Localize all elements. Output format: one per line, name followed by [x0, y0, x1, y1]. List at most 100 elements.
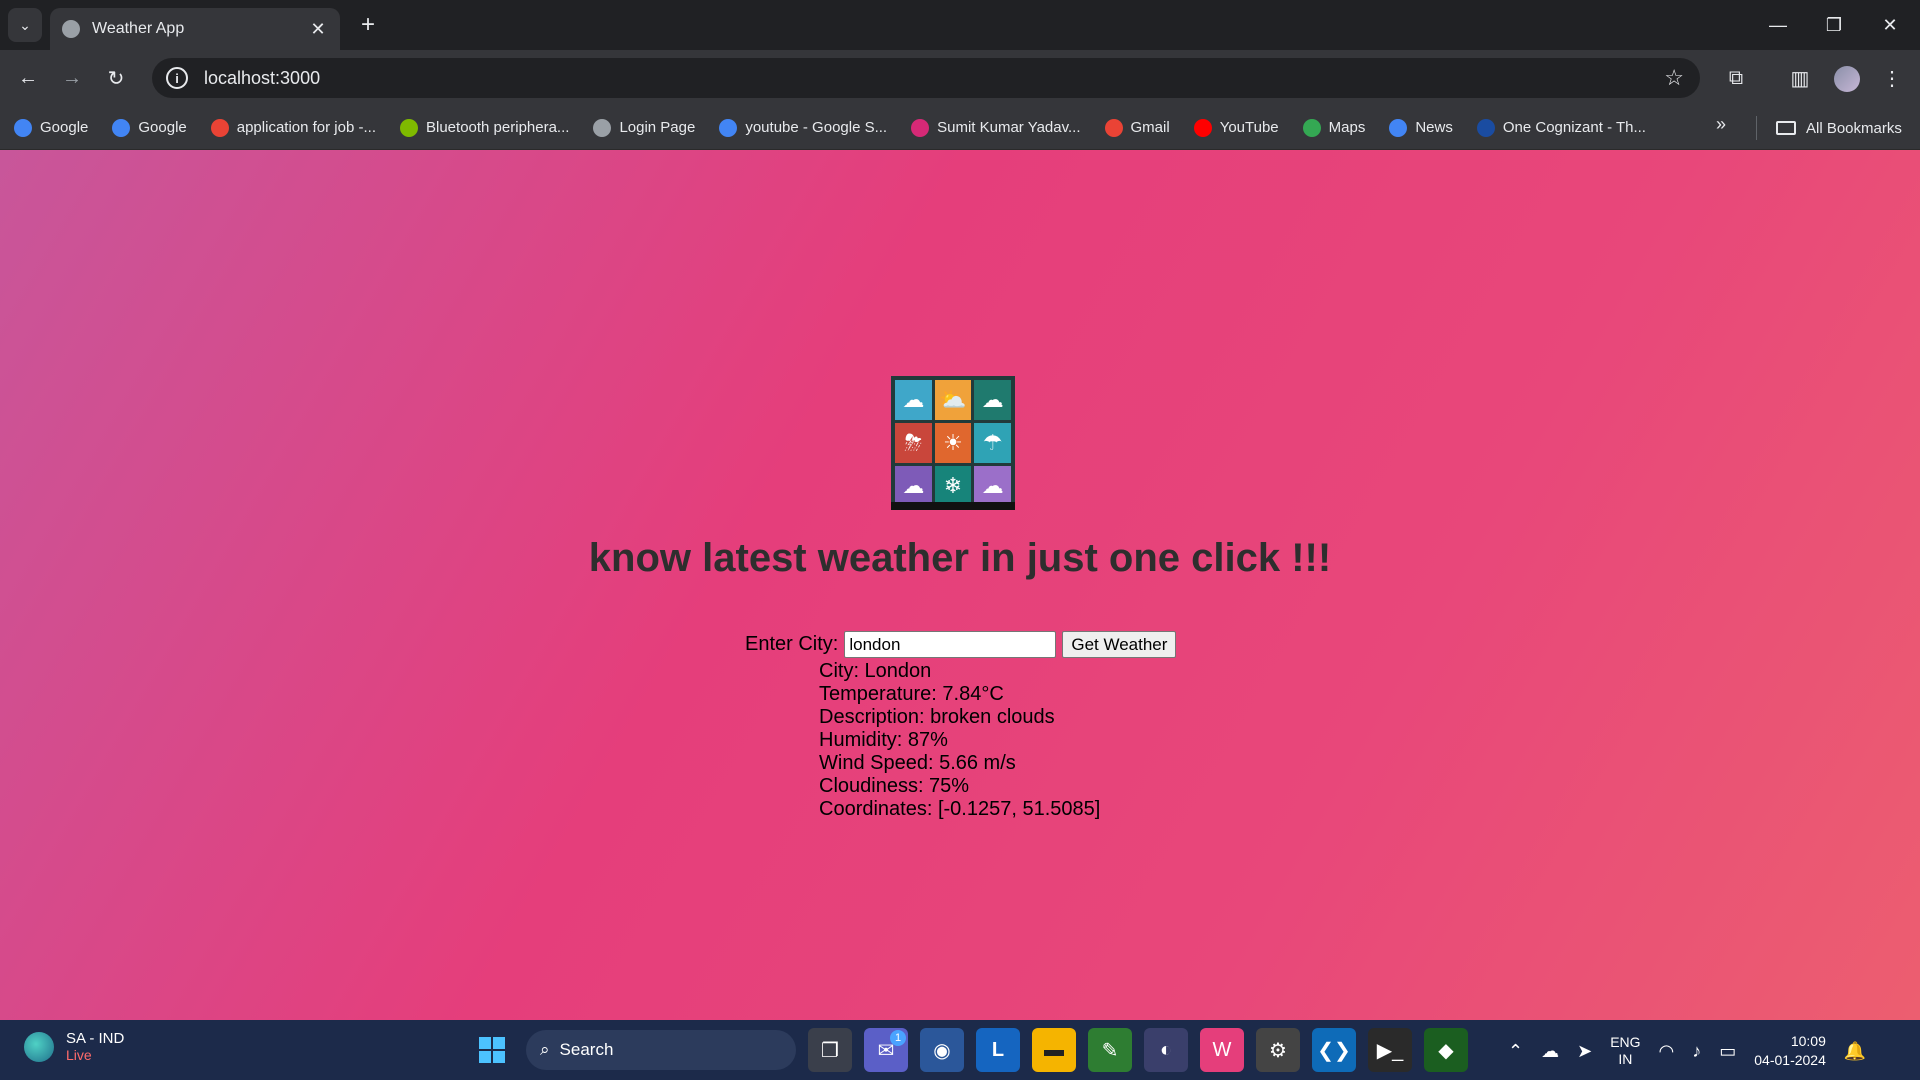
eclipse-icon[interactable]: ◐ [1144, 1028, 1188, 1072]
w-app-icon[interactable]: W [1200, 1028, 1244, 1072]
bookmark-item[interactable]: youtube - Google S... [719, 118, 887, 137]
bookmark-label: Maps [1328, 119, 1366, 136]
bookmark-label: Login Page [619, 119, 696, 136]
cricket-icon [24, 1031, 54, 1062]
notification-bell-icon[interactable]: 🔔 [1844, 1041, 1866, 1062]
taskbar: SA - IND Live ⌕ Search ❐ ✉ 1 ◉ L ▬ ✎ ◐ W … [0, 1020, 1920, 1080]
task-view-icon[interactable]: ❐ [808, 1028, 852, 1072]
menu-icon[interactable]: ⋮ [1876, 62, 1908, 94]
bookmark-item[interactable]: Google [14, 118, 89, 137]
search-label: Search [559, 1040, 614, 1059]
back-button[interactable]: ← [10, 60, 46, 96]
restore-button[interactable]: ❐ [1814, 8, 1854, 42]
search-icon: ⌕ [540, 1040, 550, 1059]
bookmarks-bar: Google Google application for job -... Blue… [0, 106, 1920, 150]
partly-sunny-icon: ⛅ [934, 380, 972, 420]
browser-toolbar: ← → ↻ i localhost:3000 ☆ ⧉ ▥ ⋮ [0, 50, 1920, 106]
clock[interactable]: 10:09 04-01-2024 [1754, 1032, 1826, 1070]
bookmark-item[interactable]: Bluetooth periphera... [400, 118, 570, 137]
close-tab-icon[interactable]: ✕ [308, 19, 328, 40]
url-text: localhost:3000 [204, 67, 321, 88]
weather-logo: ☁ ⛅ ☁ ⛈ ☀ ☂ ☁ ❄ ☁ [891, 376, 1015, 510]
bookmark-label: One Cognizant - Th... [1502, 119, 1646, 136]
bookmark-item[interactable]: News [1389, 118, 1453, 137]
gmail-icon [1104, 118, 1123, 137]
address-bar[interactable]: i localhost:3000 ☆ [152, 58, 1700, 98]
lang-bottom: IN [1618, 1051, 1633, 1067]
snowflake-icon: ❄ [934, 466, 972, 506]
chat-icon[interactable]: ✉ 1 [864, 1028, 908, 1072]
chrome-icon[interactable]: ◉ [920, 1028, 964, 1072]
sleet-cloud-icon: ☁ [974, 466, 1011, 506]
new-tab-button[interactable]: + [353, 10, 383, 40]
instagram-icon [911, 118, 930, 137]
bookmark-item[interactable]: application for job -... [210, 118, 376, 137]
system-tray: ⌃ ☁ ➤ ENG IN ◠ ♪ ▭ 10:09 04-01-2024 🔔 [1508, 1032, 1866, 1070]
file-explorer-icon[interactable]: ▬ [1032, 1028, 1076, 1072]
result-temperature: Temperature: 7.84°C [819, 683, 1004, 705]
bookmark-star-icon[interactable]: ☆ [1664, 65, 1684, 91]
bookmark-label: Bluetooth periphera... [426, 119, 570, 136]
clock-time: 10:09 [1790, 1033, 1826, 1049]
minimize-button[interactable]: — [1758, 8, 1798, 42]
globe-icon [62, 20, 80, 38]
start-button[interactable] [470, 1028, 514, 1072]
l-app-icon[interactable]: L [976, 1028, 1020, 1072]
tab-weather-app[interactable]: Weather App ✕ [50, 8, 340, 50]
logo-caption-bar [891, 502, 1015, 510]
result-wind-speed: Wind Speed: 5.66 m/s [819, 752, 1016, 774]
side-panel-icon[interactable]: ▥ [1784, 62, 1816, 94]
widgets-button[interactable]: SA - IND Live [24, 1030, 124, 1063]
bookmark-item[interactable]: Gmail [1104, 118, 1170, 137]
tab-title: Weather App [92, 20, 185, 37]
all-bookmarks-button[interactable]: All Bookmarks [1776, 106, 1902, 150]
all-bookmarks-label: All Bookmarks [1806, 119, 1902, 137]
site-info-icon[interactable]: i [166, 67, 188, 89]
tab-search-button[interactable]: ⌄ [8, 8, 42, 42]
clock-date: 04-01-2024 [1754, 1052, 1826, 1068]
bookmark-item[interactable]: Login Page [593, 118, 696, 137]
tab-strip: ⌄ Weather App ✕ + — ❐ ✕ [0, 0, 1920, 50]
close-window-button[interactable]: ✕ [1870, 8, 1910, 42]
wifi-icon[interactable]: ◠ [1659, 1041, 1675, 1062]
vscode-icon[interactable]: ❮❯ [1312, 1028, 1356, 1072]
cognizant-icon [1476, 118, 1495, 137]
extensions-icon[interactable]: ⧉ [1720, 62, 1752, 94]
terminal-icon[interactable]: ▶_ [1368, 1028, 1412, 1072]
onedrive-icon[interactable]: ☁ [1541, 1041, 1559, 1062]
settings-icon[interactable]: ⚙ [1256, 1028, 1300, 1072]
bookmark-label: Google [40, 119, 89, 136]
city-input[interactable] [844, 631, 1057, 658]
rain-cloud-icon: ☂ [974, 423, 1011, 463]
google-icon [112, 118, 131, 137]
volume-icon[interactable]: ♪ [1692, 1041, 1701, 1062]
google-icon [14, 118, 32, 137]
bookmark-item[interactable]: Google [112, 118, 187, 137]
bookmark-item[interactable]: Sumit Kumar Yadav... [911, 118, 1081, 137]
get-weather-button[interactable]: Get Weather [1062, 631, 1177, 658]
profile-avatar[interactable] [1834, 66, 1860, 92]
bookmark-label: application for job -... [236, 119, 376, 136]
notepad-icon[interactable]: ✎ [1088, 1028, 1132, 1072]
page-heading: know latest weather in just one click !!… [588, 536, 1332, 580]
chevron-up-icon[interactable]: ⌃ [1508, 1041, 1523, 1062]
mongodb-icon[interactable]: ◆ [1424, 1028, 1468, 1072]
taskbar-search[interactable]: ⌕ Search [526, 1030, 796, 1070]
language-indicator[interactable]: ENG IN [1610, 1034, 1640, 1068]
result-coordinates: Coordinates: [-0.1257, 51.5085] [819, 798, 1101, 820]
result-description: Description: broken clouds [819, 706, 1055, 728]
reload-button[interactable]: ↻ [98, 60, 134, 96]
bookmark-label: Sumit Kumar Yadav... [937, 119, 1081, 136]
bookmark-item[interactable]: YouTube [1193, 118, 1279, 137]
battery-icon[interactable]: ▭ [1719, 1041, 1736, 1062]
windows-icon [479, 1037, 505, 1063]
widget-title: SA - IND [66, 1030, 125, 1047]
forward-button[interactable]: → [54, 60, 90, 96]
location-icon[interactable]: ➤ [1577, 1041, 1592, 1062]
chat-badge: 1 [890, 1030, 906, 1046]
widget-live: Live [66, 1047, 92, 1063]
bookmark-item[interactable]: Maps [1302, 118, 1366, 137]
more-bookmarks-icon[interactable]: » [1716, 114, 1726, 135]
bookmark-item[interactable]: One Cognizant - Th... [1476, 118, 1646, 137]
bookmark-label: Google [138, 119, 187, 136]
